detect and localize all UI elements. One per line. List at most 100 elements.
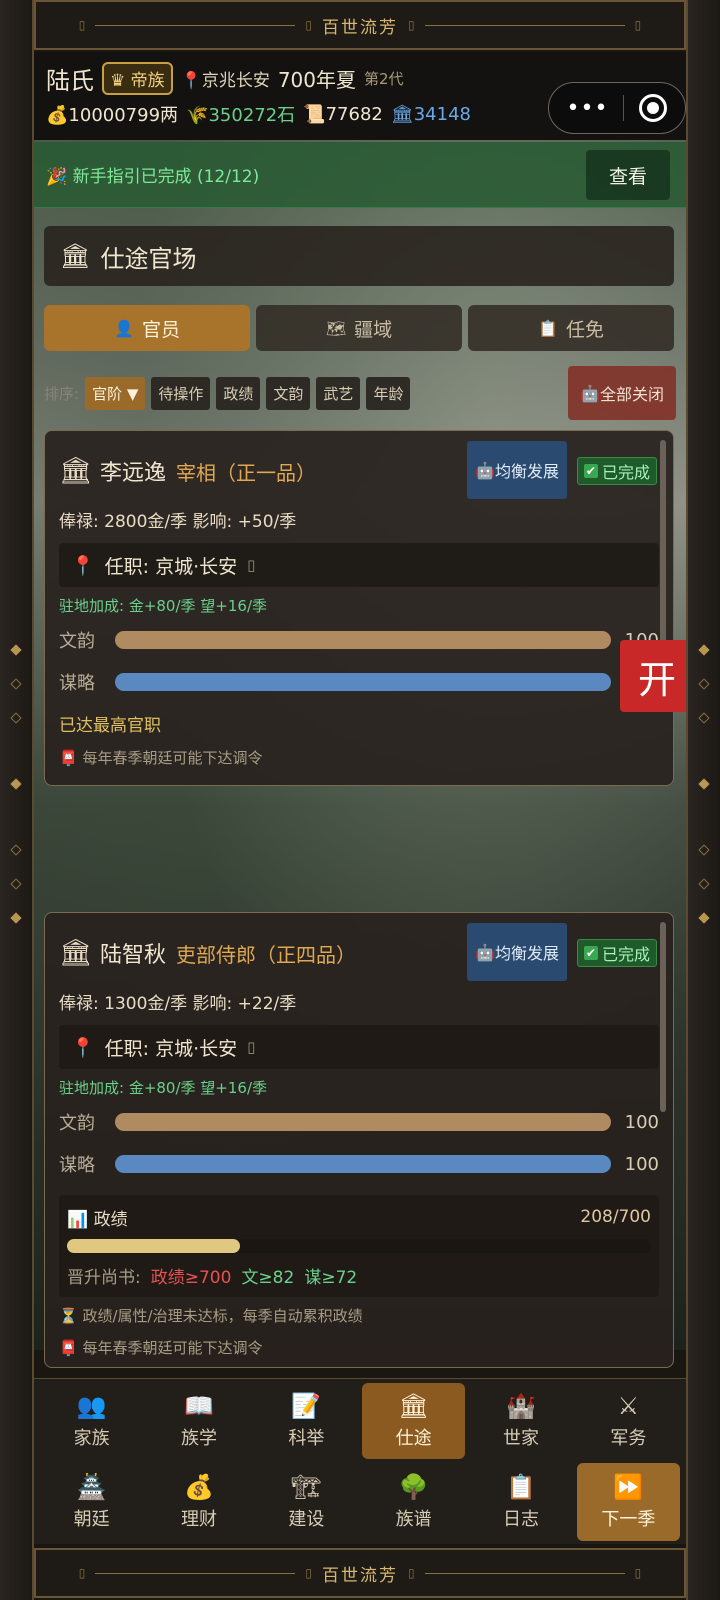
treasury-value: 34148 bbox=[413, 103, 471, 125]
perf-progress-track bbox=[67, 1239, 651, 1253]
official-card: 🏛 李远逸 宰相（正一品） 🤖 均衡发展 ✔ 已完成 俸禄: 2800金/季 影响:… bbox=[44, 430, 674, 786]
sort-martial[interactable]: 武艺 bbox=[316, 376, 361, 410]
more-icon[interactable]: ••• bbox=[567, 96, 609, 121]
attr-label: 谋略 bbox=[59, 673, 95, 694]
sort-age[interactable]: 年龄 bbox=[366, 376, 411, 410]
tree-icon: 🌳 bbox=[398, 1473, 429, 1501]
tab-territory[interactable]: 🗺 疆域 bbox=[256, 305, 462, 351]
scroll-value: 77682 bbox=[325, 103, 383, 125]
frame-ornament bbox=[10, 844, 22, 856]
edit-icon[interactable]: ▯ bbox=[247, 556, 255, 574]
nav-exam[interactable]: 📝 科举 bbox=[255, 1383, 358, 1459]
sort-rank[interactable]: 官阶 ▼ bbox=[85, 376, 146, 410]
left-frame bbox=[0, 0, 34, 1600]
nav-officialdom[interactable]: 🏛 仕途 bbox=[362, 1383, 466, 1459]
view-guide-button[interactable]: 查看 bbox=[586, 150, 670, 200]
log-icon: 📋 bbox=[506, 1473, 536, 1501]
close-target-icon[interactable] bbox=[639, 94, 668, 122]
map-icon: 🗺 bbox=[325, 318, 347, 338]
note-label: 每年春季朝廷可能下达调令 bbox=[82, 1339, 263, 1357]
nav-label: 家族 bbox=[73, 1428, 110, 1449]
perf-label: 📊 政绩 bbox=[67, 1205, 128, 1230]
family-name: 陆氏 bbox=[46, 66, 94, 95]
nav-genealogy[interactable]: 🌳 族谱 bbox=[362, 1463, 465, 1541]
nav-log[interactable]: 📋 日志 bbox=[469, 1463, 572, 1541]
nav-label: 族谱 bbox=[395, 1509, 432, 1530]
card-scrollbar[interactable] bbox=[660, 922, 666, 1112]
banner-tick: ▯ bbox=[78, 1566, 86, 1580]
edit-icon[interactable]: ▯ bbox=[247, 1038, 255, 1056]
grain-icon: 🌾 bbox=[186, 105, 209, 126]
close-all-button[interactable]: 🤖 全部关闭 bbox=[568, 366, 676, 420]
strategy-button[interactable]: 🤖 均衡发展 bbox=[467, 441, 567, 499]
salary-line: 俸禄: 2800金/季 影响: +50/季 bbox=[59, 512, 297, 532]
tab-officials[interactable]: 👤 官员 bbox=[44, 305, 250, 351]
frame-ornament bbox=[698, 644, 710, 656]
official-title: 吏部侍郎（正四品） bbox=[176, 942, 357, 967]
post-row[interactable]: 📍 任职: 京城·长安 ▯ bbox=[59, 543, 659, 587]
family-icon: 👥 bbox=[76, 1392, 107, 1420]
frame-ornament bbox=[698, 678, 710, 690]
status-label: 已完成 bbox=[601, 945, 650, 964]
promo-req: 文≥82 bbox=[241, 1267, 295, 1288]
miniapp-capsule: ••• bbox=[548, 82, 686, 134]
attr-bar bbox=[115, 673, 611, 691]
post-label: 任职: 京城·长安 bbox=[104, 555, 238, 578]
sort-literary[interactable]: 文韵 bbox=[266, 376, 311, 410]
open-float-button[interactable]: 开 bbox=[620, 640, 686, 712]
government-icon: 🏛 bbox=[60, 242, 91, 270]
post-row[interactable]: 📍 任职: 京城·长安 ▯ bbox=[59, 1025, 659, 1069]
top-banner: ▯ ▯ 百世流芳 ▯ ▯ bbox=[34, 0, 686, 50]
frame-ornament bbox=[10, 644, 22, 656]
nav-clans[interactable]: 🏰 世家 bbox=[469, 1383, 572, 1459]
nav-label: 仕途 bbox=[395, 1428, 432, 1449]
party-icon: 🎉 bbox=[46, 167, 68, 187]
guide-banner: 🎉 新手指引已完成 (12/12) 查看 bbox=[34, 142, 686, 208]
strategy-button[interactable]: 🤖 均衡发展 bbox=[467, 923, 567, 981]
nav-label: 军务 bbox=[610, 1428, 647, 1449]
moneybag-icon: 💰 bbox=[46, 105, 69, 126]
sort-performance[interactable]: 政绩 bbox=[216, 376, 261, 410]
next-season-button[interactable]: ⏩ 下一季 bbox=[576, 1463, 680, 1541]
nav-label: 建设 bbox=[288, 1509, 325, 1530]
banner-tick: ▯ bbox=[408, 1566, 415, 1580]
year: 700年夏 bbox=[277, 67, 357, 92]
frame-ornament bbox=[10, 878, 22, 890]
close-all-label: 全部关闭 bbox=[599, 385, 664, 404]
nav-court[interactable]: 🏯 朝廷 bbox=[40, 1463, 143, 1541]
attr-value: 100 bbox=[624, 1153, 659, 1175]
money-stat: 💰10000799两 bbox=[46, 101, 178, 127]
rank-badge-label: 帝族 bbox=[130, 70, 165, 91]
warning-label: 政绩/属性/治理未达标，每季自动累积政绩 bbox=[82, 1307, 363, 1325]
nav-school[interactable]: 📖 族学 bbox=[147, 1383, 250, 1459]
perf-warning: ⏳ 政绩/属性/治理未达标，每季自动累积政绩 bbox=[59, 1305, 659, 1329]
sort-pending[interactable]: 待操作 bbox=[151, 376, 211, 410]
moneybag-icon: 💰 bbox=[184, 1473, 214, 1501]
attr-label: 文韵 bbox=[59, 631, 95, 652]
rank-badge: ♛ 帝族 bbox=[102, 61, 173, 95]
section-title: 🏛 仕途官场 bbox=[44, 226, 674, 286]
pagoda-icon: 🏯 bbox=[76, 1473, 107, 1501]
book-icon: 📖 bbox=[184, 1392, 214, 1420]
attr-value: 100 bbox=[624, 1111, 659, 1133]
nav-label: 科举 bbox=[288, 1428, 325, 1449]
guide-text: 🎉 新手指引已完成 (12/12) bbox=[46, 162, 259, 187]
nav-finance[interactable]: 💰 理财 bbox=[147, 1463, 250, 1541]
crown-icon: ♛ bbox=[110, 70, 126, 91]
nav-construction[interactable]: 🏗 建设 bbox=[255, 1463, 358, 1541]
location-label: 京兆长安 bbox=[201, 70, 270, 91]
section-title-label: 仕途官场 bbox=[100, 244, 197, 273]
banner-title: 百世流芳 bbox=[322, 17, 398, 38]
nav-military[interactable]: ⚔ 军务 bbox=[577, 1383, 680, 1459]
banner-line bbox=[424, 1572, 625, 1574]
frame-ornament bbox=[698, 844, 710, 856]
government-icon: 🏛 bbox=[59, 456, 93, 486]
treasury-stat: 🏛34148 bbox=[391, 104, 471, 125]
attr-strategy: 谋略 bbox=[59, 661, 659, 703]
status-badge: ✔ 已完成 bbox=[576, 457, 657, 485]
frame-ornament bbox=[698, 712, 710, 724]
official-title: 宰相（正一品） bbox=[176, 460, 317, 485]
tab-appointments[interactable]: 📋 任免 bbox=[468, 305, 674, 351]
nav-family[interactable]: 👥 家族 bbox=[40, 1383, 143, 1459]
status-label: 已完成 bbox=[601, 463, 650, 482]
